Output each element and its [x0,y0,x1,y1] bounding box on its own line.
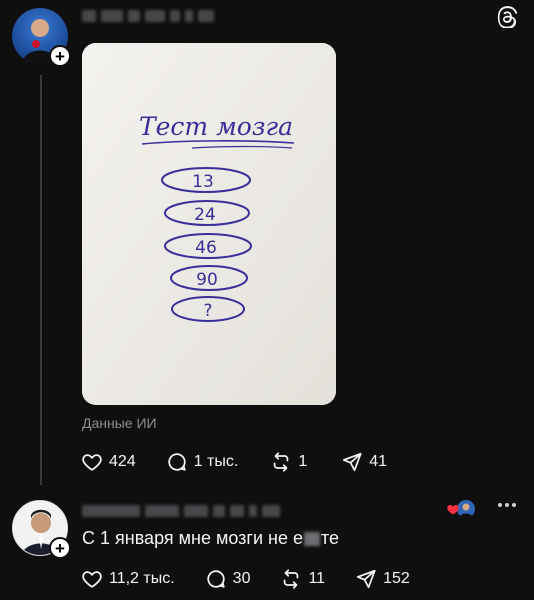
like-button[interactable]: 424 [81,451,136,473]
reply-like-button[interactable]: 11,2 тыс. [81,568,175,590]
heart-icon [82,571,102,588]
reply-count: 1 тыс. [193,453,239,470]
reply-author-name-redacted [82,503,280,519]
reply-follow-plus-button[interactable]: + [49,537,71,559]
reply-reply-count: 30 [232,570,251,587]
heart-icon [82,454,102,471]
reply-text-end: те [320,528,340,548]
heart-icon [447,505,459,515]
reply-repost-button[interactable]: 11 [280,568,325,590]
more-options-button[interactable] [498,503,516,507]
share-count: 41 [369,453,388,470]
threads-logo-icon[interactable] [496,6,518,28]
author-name-redacted [82,8,214,24]
like-count: 424 [109,453,136,470]
reply-button[interactable]: 1 тыс. [166,451,239,473]
plus-icon: + [55,538,65,558]
repost-count: 1 [298,453,308,470]
author-liked-indicator [446,498,476,522]
reply-reply-button[interactable]: 30 [205,568,251,590]
oval-item-2-text: 24 [194,205,216,225]
post-image[interactable]: Тест мозга 13 24 46 90 ? [82,43,336,405]
follow-plus-button[interactable]: + [49,45,71,67]
repost-icon [284,569,299,589]
more-icon [498,503,502,507]
reply-share-button[interactable]: 152 [355,568,410,590]
comment-icon [168,453,186,471]
repost-button[interactable]: 1 [270,451,307,473]
reply-repost-count: 11 [308,570,326,587]
thread-connector-line [40,75,42,485]
reply-text: С 1 января мне мозги не е те [82,528,339,549]
share-icon [356,569,376,589]
plus-icon: + [55,46,65,66]
reply-like-count: 11,2 тыс. [109,570,175,587]
oval-item-4-text: 90 [196,270,218,290]
oval-item-5-text: ? [203,301,212,321]
reply-actions: 11,2 тыс. 30 11 152 [81,568,410,590]
paper-brain-test-image: Тест мозга 13 24 46 90 ? [82,43,336,405]
oval-item-1-text: 13 [192,172,214,192]
repost-icon [274,452,289,472]
censored-word-blur [303,532,320,547]
ai-data-label[interactable]: Данные ИИ [82,415,157,431]
image-title: Тест мозга [139,112,293,141]
comment-icon [207,570,225,588]
share-button[interactable]: 41 [341,451,387,473]
reply-share-count: 152 [383,570,410,587]
share-icon [343,452,362,472]
oval-item-3-text: 46 [195,238,217,258]
reply-text-start: С 1 января мне мозги не е [82,528,303,548]
post-actions: 424 1 тыс. 1 41 [81,451,387,473]
